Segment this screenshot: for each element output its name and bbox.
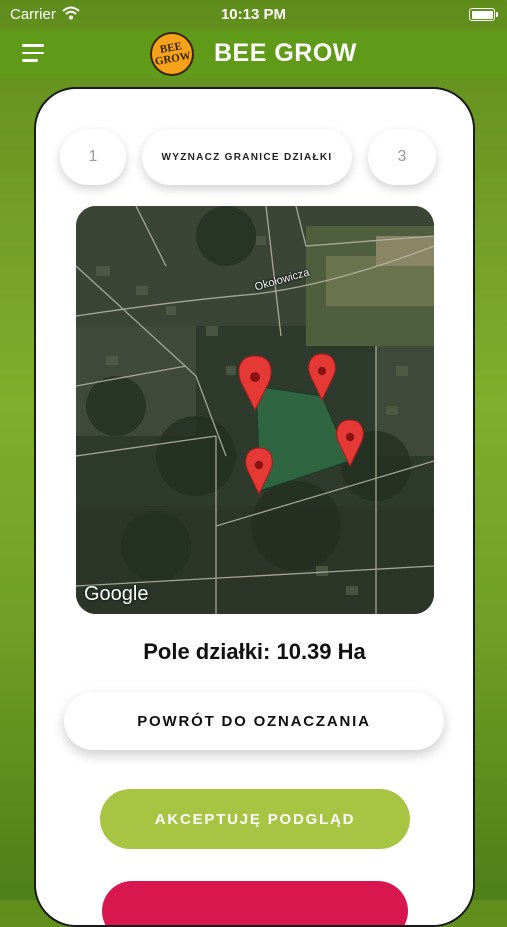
google-attribution: Google [84, 583, 149, 605]
content-card: 1 WYZNACZ GRANICE DZIAŁKI 3 Okołowicza G… [34, 87, 475, 927]
step-2-button[interactable]: WYZNACZ GRANICE DZIAŁKI [142, 129, 352, 185]
status-bar: Carrier 10:13 PM [0, 0, 507, 30]
battery-icon [469, 8, 498, 21]
hamburger-menu-icon[interactable] [22, 44, 44, 62]
accept-preview-button[interactable]: AKCEPTUJĘ PODGLĄD [100, 789, 410, 849]
back-to-marking-button[interactable]: POWRÓT DO OZNACZANIA [64, 692, 444, 750]
next-button[interactable] [102, 881, 408, 925]
app-header: BEE GROW BEE GROW [0, 30, 507, 78]
bee-grow-logo: BEE GROW [150, 32, 194, 76]
plot-area-text: Pole działki: 10.39 Ha [143, 639, 366, 664]
step-1-button[interactable]: 1 [60, 129, 126, 185]
app-title: BEE GROW [214, 39, 357, 67]
status-time: 10:13 PM [220, 6, 287, 23]
step-3-button[interactable]: 3 [368, 129, 436, 185]
satellite-map[interactable]: Okołowicza Google [76, 206, 434, 614]
